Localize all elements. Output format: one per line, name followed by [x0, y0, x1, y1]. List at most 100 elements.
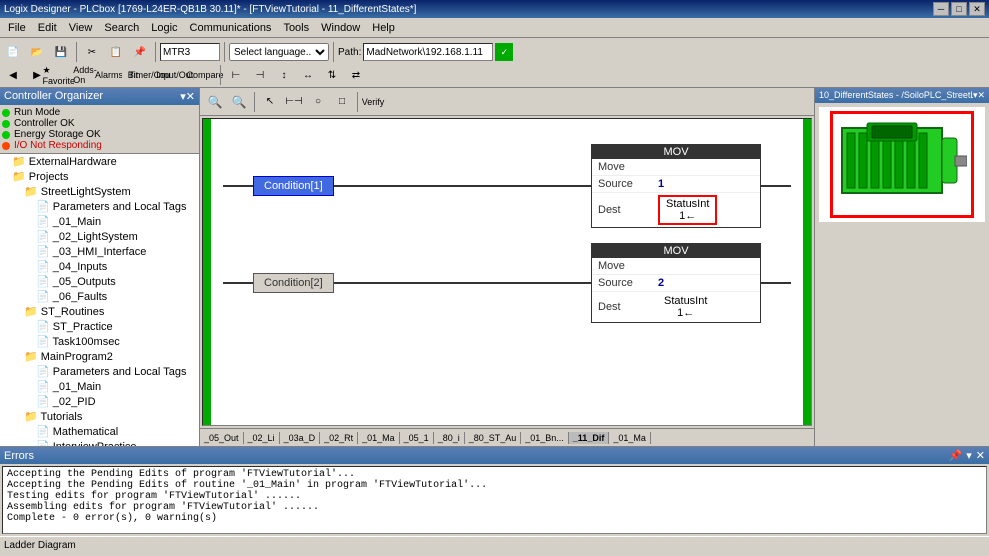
open-button[interactable]: 📂: [26, 41, 48, 63]
verify-button[interactable]: Verify: [362, 91, 384, 113]
rung-tab-05out[interactable]: _05_Out: [200, 432, 244, 444]
ladder-nav-3[interactable]: ↕: [273, 64, 295, 86]
search-input[interactable]: [160, 43, 220, 61]
rung2-left-line: [223, 282, 253, 284]
tree-external-hardware[interactable]: 📁 ExternalHardware: [0, 154, 199, 169]
io-status-label: I/O Not Responding: [14, 140, 102, 151]
tree-04-inputs[interactable]: 📄 _04_Inputs: [0, 259, 199, 274]
block-button[interactable]: □: [331, 91, 353, 113]
ladder-sep2: [357, 92, 358, 112]
paste-button[interactable]: 📌: [129, 41, 151, 63]
tree-st-routines[interactable]: 📁 ST_Routines: [0, 304, 199, 319]
errors-close-icon[interactable]: ✕: [976, 449, 985, 462]
favorites-button[interactable]: ★ Favorites: [50, 64, 72, 86]
rung1-condition-block[interactable]: Condition[1]: [253, 176, 334, 196]
new-button[interactable]: 📄: [2, 41, 24, 63]
ladder-nav-2[interactable]: ⊣: [249, 64, 271, 86]
rung2-mov-title: MOV: [592, 244, 760, 258]
zoom-out-button[interactable]: 🔍: [204, 91, 226, 113]
errors-content[interactable]: Accepting the Pending Edits of program '…: [2, 466, 987, 534]
errors-line-2: Accepting the Pending Edits of routine '…: [7, 480, 982, 491]
rung1-dest-value-box[interactable]: StatusInt 1←: [658, 195, 717, 225]
rung-tab-02rt[interactable]: _02_Rt: [320, 432, 358, 444]
tree-area: 📁 ExternalHardware 📁 Projects 📁 StreetLi…: [0, 154, 199, 446]
right-panel-controls[interactable]: ▾✕: [973, 90, 985, 101]
tree-02-pid[interactable]: 📄 _02_PID: [0, 394, 199, 409]
rung-tab-01bn[interactable]: _01_Bn...: [521, 432, 569, 444]
rung-tab-11dif[interactable]: _11_Dif: [569, 432, 610, 444]
tree-mainprogram2[interactable]: 📁 MainProgram2: [0, 349, 199, 364]
menu-window[interactable]: Window: [315, 20, 366, 36]
rung1-mov-block[interactable]: MOV Move Source 1 Dest StatusInt: [591, 144, 761, 228]
rung1-mov-title: MOV: [592, 145, 760, 159]
tree-params-local-2[interactable]: 📄 Parameters and Local Tags: [0, 364, 199, 379]
errors-minimize-icon[interactable]: ▾: [966, 449, 972, 462]
select-button[interactable]: ↖: [259, 91, 281, 113]
language-select[interactable]: Select language...: [229, 43, 329, 61]
rung2-mov-block[interactable]: MOV Move Source 2 Dest StatusInt: [591, 243, 761, 323]
close-button[interactable]: ✕: [969, 2, 985, 16]
menu-logic[interactable]: Logic: [145, 20, 183, 36]
tree-mathematical[interactable]: 📄 Mathematical: [0, 424, 199, 439]
rung2-dest-value: StatusInt: [664, 295, 707, 307]
cut-button[interactable]: ✂: [81, 41, 103, 63]
tree-05-outputs[interactable]: 📄 _05_Outputs: [0, 274, 199, 289]
rung2-dest-value-box[interactable]: StatusInt 1←: [658, 294, 713, 320]
rung-tab-01ma[interactable]: _01_Ma: [358, 432, 400, 444]
tree-02-lightsystem[interactable]: 📄 _02_LightSystem: [0, 229, 199, 244]
rung2-mid-line: [334, 282, 591, 284]
rung-tab-01ma2[interactable]: _01_Ma: [609, 432, 651, 444]
rung-tab-80i[interactable]: _80_i: [434, 432, 465, 444]
minimize-button[interactable]: ─: [933, 2, 949, 16]
rung-tab-80stau[interactable]: _80_ST_Au: [465, 432, 522, 444]
ladder-nav-1[interactable]: ⊢: [225, 64, 247, 86]
menu-file[interactable]: File: [2, 20, 32, 36]
rung2-condition-block[interactable]: Condition[2]: [253, 273, 334, 293]
organizer-header: Controller Organizer ▾✕: [0, 88, 199, 105]
ladder-nav-4[interactable]: ↔: [297, 64, 319, 86]
adds-on-button[interactable]: Adds-On: [74, 64, 96, 86]
organizer-controls[interactable]: ▾✕: [180, 90, 195, 103]
tree-01-main-1[interactable]: 📄 _01_Main: [0, 214, 199, 229]
rung-tab-02li[interactable]: _02_Li: [244, 432, 280, 444]
go-online-button[interactable]: ✓: [495, 43, 513, 61]
path-input[interactable]: [363, 43, 493, 61]
errors-pin-icon[interactable]: 📌: [949, 449, 963, 462]
toolbar-row-1: 📄 📂 💾 ✂ 📋 📌 Select language... Path: ✓: [2, 40, 987, 64]
back-button[interactable]: ◀: [2, 64, 24, 86]
tree-03-hmi[interactable]: 📄 _03_HMI_Interface: [0, 244, 199, 259]
compare-button[interactable]: Compare: [194, 64, 216, 86]
menu-view[interactable]: View: [63, 20, 99, 36]
ladder-nav-6[interactable]: ⇄: [345, 64, 367, 86]
toolbar-row-2: ◀ ▶ ★ Favorites Adds-On Alarms Bit Timer…: [2, 65, 987, 85]
tree-tutorials[interactable]: 📁 Tutorials: [0, 409, 199, 424]
menu-search[interactable]: Search: [98, 20, 145, 36]
rung1-dest-value: StatusInt: [666, 198, 709, 210]
zoom-in-button[interactable]: 🔍: [228, 91, 250, 113]
rung-tab-03ad[interactable]: _03a_D: [280, 432, 321, 444]
tree-06-faults[interactable]: 📄 _06_Faults: [0, 289, 199, 304]
tree-task100msec[interactable]: 📄 Task100msec: [0, 334, 199, 349]
ladder-diagram-area[interactable]: Condition[1] MOV Move Source 1: [202, 118, 812, 426]
maximize-button[interactable]: □: [951, 2, 967, 16]
menu-communications[interactable]: Communications: [184, 20, 278, 36]
tree-params-local-1[interactable]: 📄 Parameters and Local Tags: [0, 199, 199, 214]
alarms-button[interactable]: Alarms: [98, 64, 120, 86]
tree-st-practice[interactable]: 📄 ST_Practice: [0, 319, 199, 334]
save-button[interactable]: 💾: [50, 41, 72, 63]
rung-tab-05-1[interactable]: _05_1: [400, 432, 434, 444]
tree-streetlight-system[interactable]: 📁 StreetLightSystem: [0, 184, 199, 199]
errors-line-1: Accepting the Pending Edits of program '…: [7, 469, 982, 480]
errors-panel: Errors 📌 ▾ ✕ Accepting the Pending Edits…: [0, 446, 989, 536]
ladder-nav-5[interactable]: ⇅: [321, 64, 343, 86]
coil-button[interactable]: ○: [307, 91, 329, 113]
tree-interview-practice[interactable]: 📄 InterviewPractice: [0, 439, 199, 446]
contact-button[interactable]: ⊢⊣: [283, 91, 305, 113]
main-body: Controller Organizer ▾✕ Run Mode Control…: [0, 88, 989, 446]
tree-01-main-2[interactable]: 📄 _01_Main: [0, 379, 199, 394]
copy-button[interactable]: 📋: [105, 41, 127, 63]
menu-edit[interactable]: Edit: [32, 20, 63, 36]
menu-help[interactable]: Help: [366, 20, 401, 36]
tree-projects[interactable]: 📁 Projects: [0, 169, 199, 184]
menu-tools[interactable]: Tools: [277, 20, 315, 36]
